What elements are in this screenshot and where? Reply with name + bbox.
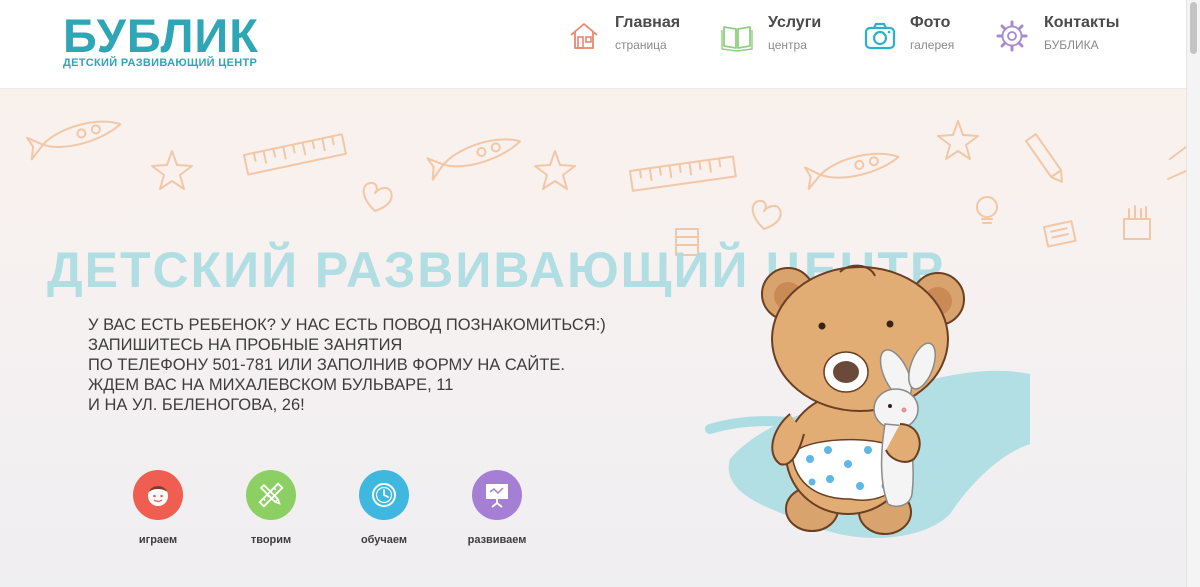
hero-text-line: ЗАПИШИТЕСЬ НА ПРОБНЫЕ ЗАНЯТИЯ — [88, 336, 403, 354]
feature-develop[interactable]: развиваем — [447, 470, 547, 546]
child-face-icon — [148, 486, 168, 506]
teddy-bear-illustration — [705, 264, 1030, 538]
rocket-icon — [426, 138, 522, 181]
star-icon — [937, 120, 979, 160]
nav-subtitle-home: страница — [615, 38, 667, 52]
lightbulb-icon — [976, 196, 998, 224]
rocket-icon — [803, 152, 900, 191]
nav-title-home: Главная — [615, 14, 681, 31]
feature-circle — [472, 470, 522, 520]
rocket-icon — [26, 120, 122, 161]
feature-teach[interactable]: обучаем — [334, 470, 434, 546]
logo-subtitle: ДЕТСКИЙ РАЗВИВАЮЩИЙ ЦЕНТР — [63, 57, 258, 69]
hero-text-line: У ВАС ЕСТЬ РЕБЕНОК? У НАС ЕСТЬ ПОВОД ПОЗ… — [88, 316, 606, 334]
feature-label: творим — [250, 534, 292, 546]
brush-cup-icon — [1123, 205, 1151, 240]
page-scrollbar[interactable] — [1186, 0, 1200, 587]
hero-text-line: ЖДЕМ ВАС НА МИХАЛЕВСКОМ БУЛЬВАРЕ, 11 — [88, 376, 454, 394]
camera-icon — [864, 22, 896, 50]
site-header: БУБЛИК ДЕТСКИЙ РАЗВИВАЮЩИЙ ЦЕНТР Главная… — [0, 0, 1186, 89]
nav-subtitle-contacts: БУБЛИКА — [1044, 38, 1099, 52]
star-icon — [534, 150, 576, 190]
nav-title-contacts: Контакты — [1044, 14, 1120, 31]
feature-circle — [359, 470, 409, 520]
feature-circle — [246, 470, 296, 520]
feature-play[interactable]: играем — [108, 470, 208, 546]
hero-description: У ВАС ЕСТЬ РЕБЕНОК? У НАС ЕСТЬ ПОВОД ПОЗ… — [88, 315, 606, 415]
clock-icon — [372, 483, 396, 507]
heart-icon — [362, 181, 393, 212]
feature-label: играем — [138, 534, 178, 546]
nav-title-services: Услуги — [768, 14, 822, 31]
feature-label: развиваем — [467, 534, 527, 546]
presentation-board-icon — [486, 484, 508, 508]
hero-text-line: ПО ТЕЛЕФОНУ 501-781 ИЛИ ЗАПОЛНИВ ФОРМУ Н… — [88, 356, 565, 374]
hero-section: ДЕТСКИЙ РАЗВИВАЮЩИЙ ЦЕНТР У ВАС ЕСТЬ РЕБ… — [0, 89, 1186, 587]
ruler-pencil-icon — [258, 482, 284, 508]
feature-create[interactable]: творим — [221, 470, 321, 546]
heart-icon — [751, 199, 782, 230]
feature-label: обучаем — [360, 534, 408, 546]
nav-title-photo: Фото — [910, 14, 951, 31]
gear-icon — [996, 20, 1028, 52]
scrollbar-thumb[interactable] — [1190, 2, 1197, 54]
feature-circle — [133, 470, 183, 520]
home-icon — [570, 23, 598, 49]
logo-title: БУБЛИК — [63, 9, 259, 62]
logo[interactable]: БУБЛИК ДЕТСКИЙ РАЗВИВАЮЩИЙ ЦЕНТР — [63, 9, 259, 69]
ruler-icon — [243, 133, 347, 176]
star-icon — [151, 150, 193, 190]
pencil-icon — [1025, 133, 1063, 183]
book-icon — [721, 26, 753, 52]
rocket-fragment-icon — [1167, 146, 1186, 180]
nav-subtitle-photo: галерея — [910, 38, 955, 52]
book-doodle-icon — [1043, 220, 1077, 248]
nav-subtitle-services: центра — [768, 38, 807, 52]
hero-text-line: И НА УЛ. БЕЛЕНОГОВА, 26! — [88, 396, 305, 414]
ruler-icon — [629, 155, 737, 192]
